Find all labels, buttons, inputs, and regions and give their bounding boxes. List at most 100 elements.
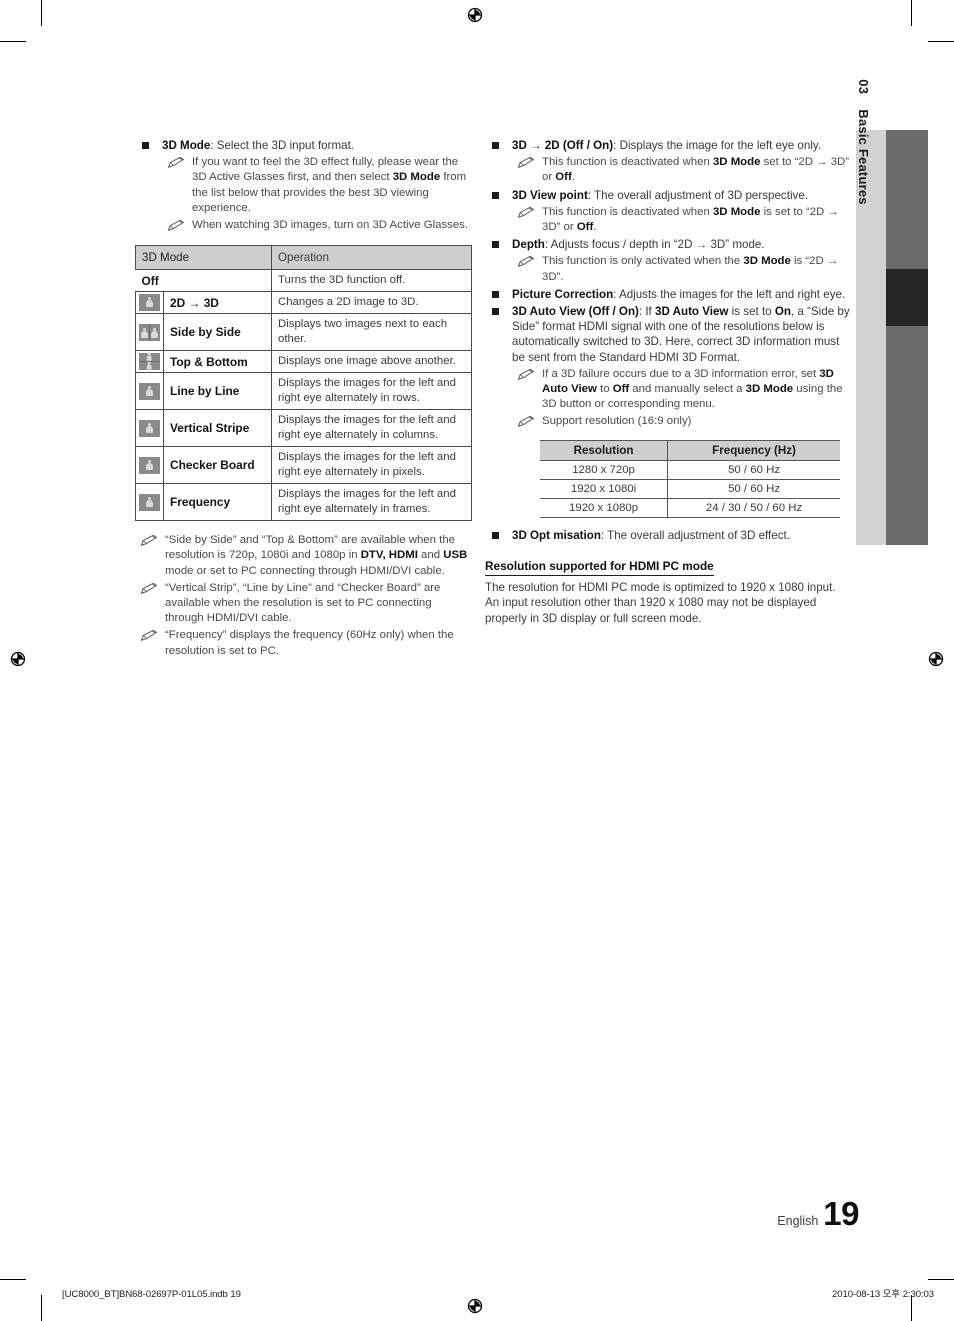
pencil-note-icon	[516, 415, 536, 428]
square-bullet-icon	[492, 191, 499, 199]
note-text: If you want to feel the 3D effect fully,…	[192, 156, 467, 214]
square-bullet-icon	[142, 142, 149, 149]
bullet-text: Picture Correction: Adjusts the images f…	[512, 287, 846, 301]
frequency-value: 50 / 60 Hz	[667, 479, 840, 499]
table-row: Vertical Stripe Displays the images for …	[135, 409, 472, 448]
icon-line-by-line	[135, 372, 164, 411]
mode-thumbnail	[139, 419, 160, 437]
note-text: “Side by Side” and “Top & Bottom” are av…	[165, 534, 468, 577]
icon-top-and-bottom	[135, 350, 164, 374]
subsection-paragraph-1: The resolution for HDMI PC mode is optim…	[485, 580, 836, 594]
mode-name: Off	[135, 269, 272, 293]
note-text: When watching 3D images, turn on 3D Acti…	[192, 219, 469, 232]
resolution-table-wrapper: Resolution Frequency (Hz) 1280 x 720p 50…	[540, 439, 840, 518]
column-header-3d-mode: 3D Mode	[135, 245, 272, 271]
page-number-block: English 19	[777, 1195, 859, 1233]
note-turn-on-glasses: When watching 3D images, turn on 3D Acti…	[162, 218, 472, 233]
table-row: 2D → 3D Changes a 2D image to 3D.	[135, 291, 472, 315]
chapter-tab-bar-active	[886, 269, 928, 326]
table-row: Top & Bottom Displays one image above an…	[135, 350, 472, 374]
mode-name: Side by Side	[163, 313, 272, 352]
icon-frequency	[135, 483, 164, 522]
mode-thumbnail	[139, 294, 160, 312]
column-header-frequency: Frequency (Hz)	[667, 439, 840, 461]
note-3d-glasses-wear: If you want to feel the 3D effect fully,…	[162, 155, 472, 216]
table-row: Side by Side Displays two images next to…	[135, 313, 472, 352]
square-bullet-icon	[492, 531, 499, 539]
mode-name: Line by Line	[163, 372, 272, 411]
square-bullet-icon	[492, 308, 499, 316]
table-row: Line by Line Displays the images for the…	[135, 372, 472, 411]
subsection-paragraph-2: An input resolution other than 1920 x 10…	[485, 596, 817, 625]
bullet-text: 3D → 2D (Off / On): Displays the image f…	[512, 139, 822, 152]
chapter-tab-strip: 03 Basic Features	[856, 79, 928, 545]
mode-operation: Displays one image above another.	[271, 350, 472, 374]
chapter-title: Basic Features	[856, 109, 871, 205]
mode-operation: Displays two images next to each other.	[271, 313, 472, 352]
table-row: 1280 x 720p 50 / 60 Hz	[540, 460, 840, 480]
note-3d-failure: If a 3D failure occurs due to a 3D infor…	[512, 367, 850, 413]
table-row: Off Turns the 3D function off.	[135, 269, 472, 293]
table-row: 1920 x 1080p 24 / 30 / 50 / 60 Hz	[540, 498, 840, 518]
bullet-depth: Depth: Adjusts focus / depth in “2D → 3D…	[485, 237, 850, 252]
note-text: Support resolution (16:9 only)	[542, 415, 692, 428]
crop-mark-top-right-v	[911, 0, 913, 26]
mode-name: Top & Bottom	[163, 350, 272, 374]
pencil-note-icon	[139, 582, 159, 595]
bullet-3d-auto-view: 3D Auto View (Off / On): If 3D Auto View…	[485, 304, 850, 365]
mode-name: Checker Board	[163, 446, 272, 485]
bullet-text: 3D View point: The overall adjustment of…	[512, 188, 808, 202]
registration-mark-right	[925, 648, 947, 670]
chapter-tab-text: 03 Basic Features	[856, 79, 871, 204]
crop-mark-top-left-h	[0, 41, 26, 43]
icon-side-by-side	[135, 313, 164, 352]
bullet-text: Depth: Adjusts focus / depth in “2D → 3D…	[512, 238, 765, 252]
mode-thumbnail	[139, 493, 160, 511]
note-depth-activated: This function is only activated when the…	[512, 254, 850, 284]
document-page: 03 Basic Features 3D Mode: Select the 3D…	[0, 0, 954, 1321]
crop-mark-bottom-right-h	[928, 1278, 954, 1280]
frequency-value: 24 / 30 / 50 / 60 Hz	[667, 498, 840, 518]
resolution-value: 1280 x 720p	[540, 460, 668, 480]
registration-mark-left	[7, 648, 29, 670]
left-column: 3D Mode: Select the 3D input format. If …	[135, 138, 472, 661]
bullet-3d-optimisation: 3D Opt misation: The overall adjustment …	[485, 528, 850, 543]
bullet-text: : Select the 3D input format.	[210, 139, 355, 152]
bullet-label: 3D Mode	[162, 139, 211, 152]
mode-thumbnail	[139, 456, 160, 474]
mode-name: Vertical Stripe	[163, 409, 272, 448]
note-text: “Vertical Strip”, “Line by Line” and “Ch…	[165, 581, 441, 625]
square-bullet-icon	[492, 142, 499, 149]
note-frequency-availability: “Frequency” displays the frequency (60Hz…	[135, 628, 472, 658]
table-row: Checker Board Displays the images for th…	[135, 446, 472, 485]
bullet-text: 3D Auto View (Off / On): If 3D Auto View…	[512, 305, 850, 364]
table-row: Frequency Displays the images for the le…	[135, 483, 472, 522]
mode-operation: Turns the 3D function off.	[271, 269, 472, 293]
note-text: “Frequency” displays the frequency (60Hz…	[165, 629, 454, 657]
mode-operation: Displays the images for the left and rig…	[271, 409, 472, 448]
mode-operation: Displays the images for the left and rig…	[271, 483, 472, 522]
square-bullet-icon	[492, 241, 499, 249]
bullet-text: 3D Opt misation: The overall adjustment …	[512, 528, 790, 542]
registration-mark-bottom	[464, 1295, 486, 1317]
chapter-tab-bar	[886, 130, 928, 545]
icon-vertical-stripe	[135, 409, 164, 448]
pencil-note-icon	[516, 255, 536, 268]
crop-mark-bottom-left-h	[0, 1278, 26, 1280]
mode-name: 2D → 3D	[163, 291, 272, 315]
subsection-heading: Resolution supported for HDMI PC mode	[485, 559, 714, 576]
note-text: This function is deactivated when 3D Mod…	[542, 205, 839, 234]
table-row: 1920 x 1080i 50 / 60 Hz	[540, 479, 840, 499]
icon-2d-to-3d	[135, 291, 164, 315]
mode-operation: Displays the images for the left and rig…	[271, 446, 472, 485]
crop-mark-bottom-left-v	[41, 1295, 43, 1321]
mode-name: Frequency	[163, 483, 272, 522]
pencil-note-icon	[166, 219, 186, 232]
crop-mark-top-right-h	[928, 41, 954, 43]
bullet-picture-correction: Picture Correction: Adjusts the images f…	[485, 287, 850, 302]
3d-mode-table: 3D Mode Operation Off Turns the 3D funct…	[135, 245, 472, 522]
crop-mark-top-left-v	[41, 0, 43, 26]
print-timestamp: 2010-08-13 오후 2:30:03	[832, 1289, 934, 1300]
chapter-number: 03	[856, 79, 871, 95]
column-header-operation: Operation	[271, 245, 472, 271]
